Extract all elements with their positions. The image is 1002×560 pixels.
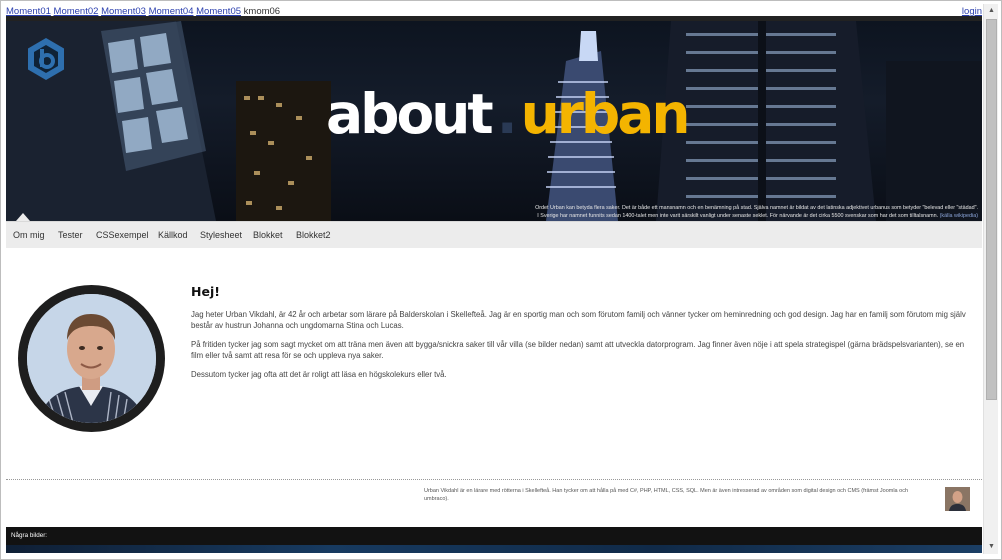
footer-portrait xyxy=(945,487,970,511)
site-title-dot: . xyxy=(496,82,518,146)
nav-item-cssexempel[interactable]: CSSexempel xyxy=(96,230,149,240)
main-nav: Om mig Tester CSSexempel Källkod Stylesh… xyxy=(6,221,982,248)
intro-paragraph-1: Jag heter Urban Vikdahl, är 42 år och ar… xyxy=(191,310,966,330)
scroll-down-icon[interactable]: ▼ xyxy=(984,540,999,554)
avatar xyxy=(27,294,156,423)
active-nav-pointer xyxy=(16,213,30,221)
nav-item-kallkod[interactable]: Källkod xyxy=(158,230,188,240)
header-banner: about. urban Ordet Urban kan betyda flera… xyxy=(6,21,982,221)
footer-avatar-thumbnail xyxy=(945,487,970,511)
banner-caption: Ordet Urban kan betyda flera saker. Det … xyxy=(468,204,978,220)
nav-item-blokket[interactable]: Blokket xyxy=(253,230,283,240)
nav-item-stylesheet[interactable]: Stylesheet xyxy=(200,230,242,240)
intro-paragraph-2: På fritiden tycker jag som sagt mycket o… xyxy=(191,340,965,360)
site-title-urban: urban xyxy=(520,82,691,146)
page-heading: Hej! xyxy=(191,284,220,299)
portrait-photo xyxy=(27,294,156,423)
intro-paragraph-3: Dessutom tycker jag ofta att det är roli… xyxy=(191,370,447,379)
footer-bio: Urban Vikdahl är en lärare med rötterna … xyxy=(424,488,909,502)
site-logo-icon[interactable] xyxy=(26,37,66,81)
gallery-strip xyxy=(6,545,982,553)
main-content: Hej! Jag heter Urban Vikdahl, är 42 år o… xyxy=(191,284,971,388)
nav-item-blokket2[interactable]: Blokket2 xyxy=(296,230,331,240)
site-title-about: about xyxy=(326,82,494,146)
footer-divider xyxy=(6,479,982,480)
gallery-label: Några bilder: xyxy=(11,532,48,539)
scrollbar-thumb[interactable] xyxy=(986,19,997,400)
nav-item-om-mig[interactable]: Om mig xyxy=(13,230,45,240)
caption-line-2: I Sverige har namnet funnits sedan 1400-… xyxy=(468,212,978,220)
photo-gallery-bar: Några bilder: xyxy=(6,527,982,553)
scroll-up-icon[interactable]: ▲ xyxy=(984,4,999,18)
nav-item-tester[interactable]: Tester xyxy=(58,230,83,240)
caption-line-2-text: I Sverige har namnet funnits sedan 1400-… xyxy=(537,213,939,219)
caption-line-1: Ordet Urban kan betyda flera saker. Det … xyxy=(535,205,978,211)
vertical-scrollbar[interactable]: ▲ ▼ xyxy=(983,4,998,554)
caption-source-link[interactable]: (källa wikipedia) xyxy=(940,213,978,219)
site-title: about. urban xyxy=(326,79,691,149)
